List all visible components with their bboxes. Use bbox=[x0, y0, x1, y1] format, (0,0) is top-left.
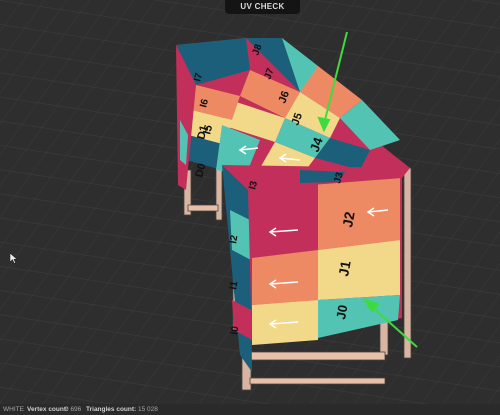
triangle-count-label: Triangles count: bbox=[86, 406, 137, 413]
uv-label-j2: J2 bbox=[339, 210, 357, 228]
right-face bbox=[248, 168, 402, 345]
uv-label-j1: J1 bbox=[335, 259, 353, 277]
window-title-tab: UV CHECK bbox=[225, 0, 300, 14]
window-title: UV CHECK bbox=[240, 2, 285, 11]
status-bar: WHITE Vertex count: 9 696 Triangles coun… bbox=[0, 404, 500, 415]
vertex-count-label: Vertex count: bbox=[27, 406, 69, 413]
triangle-count-value: 15 028 bbox=[138, 406, 158, 413]
3d-viewport[interactable]: J8 J7 J6 J5 J4 D0 D1 I5 I6 I7 I3 J3 J2 J… bbox=[0, 0, 500, 415]
render-mode: WHITE bbox=[3, 406, 24, 413]
mouse-cursor-icon bbox=[10, 253, 18, 264]
uv-label-j0: J0 bbox=[333, 304, 350, 321]
vertex-count-value: 9 696 bbox=[65, 406, 82, 413]
